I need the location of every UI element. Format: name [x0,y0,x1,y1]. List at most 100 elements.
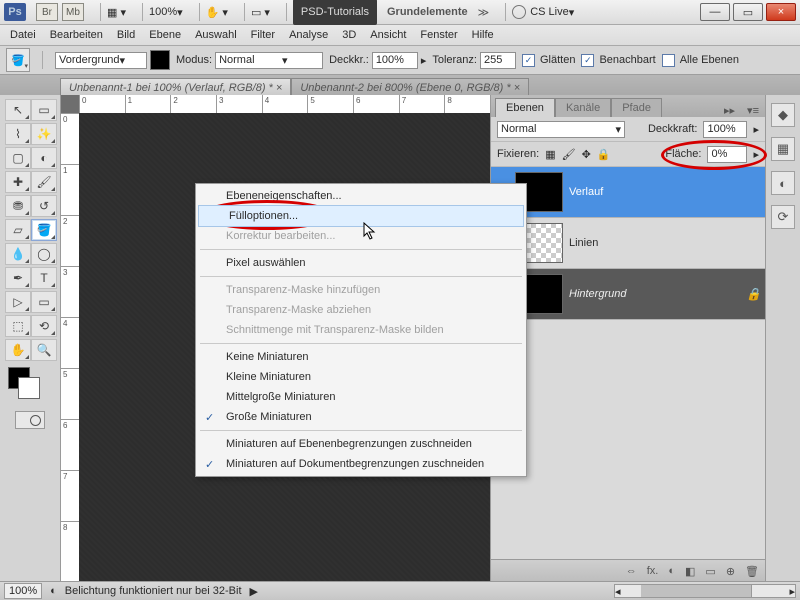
layer-opacity-input[interactable]: 100% [703,121,747,138]
menu-view[interactable]: Ansicht [370,29,406,41]
hand-icon[interactable]: ✋ ▾ [206,2,228,22]
all-layers-checkbox[interactable]: ✓Alle Ebenen [662,54,739,67]
eraser-tool[interactable]: ▱ [5,219,31,241]
hand-tool[interactable]: ✋ [5,339,31,361]
layer-style-icon[interactable]: fx. [647,565,659,577]
healing-tool[interactable]: ✚ [5,171,31,193]
lock-pixels-icon[interactable]: 🖌 [562,148,576,161]
ctx-select-pixels[interactable]: Pixel auswählen [196,253,526,273]
opacity-input[interactable]: 100% [372,52,418,69]
lock-transparency-icon[interactable]: ▦ [545,148,555,161]
tolerance-input[interactable]: 255 [480,52,516,69]
eyedropper-tool[interactable]: ◐ [31,147,57,169]
layer-row-verlauf[interactable]: 👁 Verlauf [491,167,765,218]
window-close-button[interactable]: × [766,3,796,21]
delete-layer-icon[interactable]: 🗑 [745,565,759,578]
stamp-tool[interactable]: ⛃ [5,195,31,217]
crop-tool[interactable]: ▢ [5,147,31,169]
fill-source-select[interactable]: Vordergrund ▾ [55,52,147,69]
cslive-button[interactable]: CS Live ▾ [512,2,574,22]
tab-paths[interactable]: Pfade [611,98,662,117]
ctx-blending-options[interactable]: Fülloptionen... [198,205,524,227]
lasso-tool[interactable]: ⌇ [5,123,31,145]
bucket-tool[interactable]: 🪣 [31,219,57,241]
marquee-tool[interactable]: ▭ [31,99,57,121]
zoom-tool[interactable]: 🔍 [31,339,57,361]
menu-edit[interactable]: Bearbeiten [50,29,103,41]
ctx-intersect-transmask: Schnittmenge mit Transparenz-Maske bilde… [196,320,526,340]
menu-window[interactable]: Fenster [420,29,457,41]
current-tool-bucket-icon[interactable]: 🪣▾ [6,48,30,72]
opacity-flyout-icon[interactable]: ▸ [421,54,427,67]
history-brush-tool[interactable]: ↺ [31,195,57,217]
3d-tool[interactable]: ⬚ [5,315,31,337]
menu-analysis[interactable]: Analyse [289,29,328,41]
zoom-level[interactable]: 100% ▾ [149,2,183,22]
layer-row-linien[interactable]: 👁 Linien [491,218,765,269]
wand-tool[interactable]: ✨ [31,123,57,145]
ctx-thumb-clip-layer[interactable]: Miniaturen auf Ebenenbegrenzungen zuschn… [196,434,526,454]
window-minimize-button[interactable]: — [700,3,730,21]
color-swatches[interactable] [2,367,58,403]
move-tool[interactable]: ↖ [5,99,31,121]
panel-menu-icon[interactable]: ▾≡ [741,104,765,117]
layer-row-background[interactable]: 👁 Hintergrund 🔒 [491,269,765,320]
lock-position-icon[interactable]: ✥ [582,148,591,161]
workspace-psdtutorials[interactable]: PSD-Tutorials [293,0,377,25]
path-select-tool[interactable]: ▷ [5,291,31,313]
ctx-thumb-clip-doc[interactable]: ✓Miniaturen auf Dokumentbegrenzungen zus… [196,454,526,474]
brush-tool[interactable]: 🖌 [31,171,57,193]
ctx-thumb-medium[interactable]: Mittelgroße Miniaturen [196,387,526,407]
dock-adjust-icon[interactable]: ◐ [771,171,795,195]
blur-tool[interactable]: 💧 [5,243,31,265]
type-tool[interactable]: T [31,267,57,289]
status-flyout-icon[interactable]: ▶ [250,585,258,598]
menu-filter[interactable]: Filter [251,29,275,41]
dock-color-icon[interactable]: ◆ [771,103,795,127]
ctx-thumb-large[interactable]: ✓Große Miniaturen [196,407,526,427]
shape-tool[interactable]: ▭ [31,291,57,313]
minibridge-button[interactable]: Mb [62,3,84,21]
dock-swatches-icon[interactable]: ▦ [771,137,795,161]
group-icon[interactable]: ▭ [705,565,715,578]
quickmask-toggle[interactable] [15,411,45,429]
layer-blend-select[interactable]: Normal▾ [497,121,625,138]
horizontal-scrollbar[interactable]: ◂▸ [614,584,796,598]
link-layers-icon[interactable]: ⇔ [626,565,637,577]
panel-collapse-icon[interactable]: ▸▸ [718,104,741,117]
ruler-horizontal[interactable]: 0 1 2 3 4 5 6 7 8 [79,95,490,114]
status-zoom[interactable]: 100% [4,583,42,599]
menu-layer[interactable]: Ebene [149,29,181,41]
ruler-vertical[interactable]: 0 1 2 3 4 5 6 7 8 [61,113,80,582]
lock-all-icon[interactable]: 🔒 [597,148,611,161]
workspace-more-icon[interactable]: ≫ [478,2,490,22]
foreground-swatch[interactable] [150,50,170,70]
status-scrub-icon[interactable]: ◐ [50,585,57,597]
menu-help[interactable]: Hilfe [472,29,494,41]
pen-tool[interactable]: ✒ [5,267,31,289]
ctx-thumb-none[interactable]: Keine Miniaturen [196,347,526,367]
workspace-grundelemente[interactable]: Grundelemente [387,2,468,22]
menu-image[interactable]: Bild [117,29,135,41]
3d-camera-tool[interactable]: ⟲ [31,315,57,337]
contiguous-checkbox[interactable]: ✓Benachbart [581,54,655,67]
antialias-checkbox[interactable]: ✓Glätten [522,54,575,67]
bridge-button[interactable]: Br [36,3,58,21]
opacity-flyout-icon[interactable]: ▸ [753,123,759,136]
tab-channels[interactable]: Kanäle [555,98,611,117]
menu-select[interactable]: Auswahl [195,29,237,41]
tab-layers[interactable]: Ebenen [495,98,555,117]
dodge-tool[interactable]: ◯ [31,243,57,265]
view-grid-icon[interactable]: ▦ ▾ [107,2,126,22]
blend-mode-select[interactable]: Normal ▾ [215,52,323,69]
ctx-thumb-small[interactable]: Kleine Miniaturen [196,367,526,387]
background-color[interactable] [18,377,40,399]
dock-history-icon[interactable]: ⟳ [771,205,795,229]
screenmode-icon[interactable]: ▭ ▾ [251,2,270,22]
adjustment-icon[interactable]: ◧ [685,565,695,578]
menu-file[interactable]: Datei [10,29,36,41]
window-maximize-button[interactable]: ▭ [733,3,763,21]
mask-icon[interactable]: ◐ [668,565,675,577]
new-layer-icon[interactable]: ⊕ [726,565,735,578]
menu-3d[interactable]: 3D [342,29,356,41]
